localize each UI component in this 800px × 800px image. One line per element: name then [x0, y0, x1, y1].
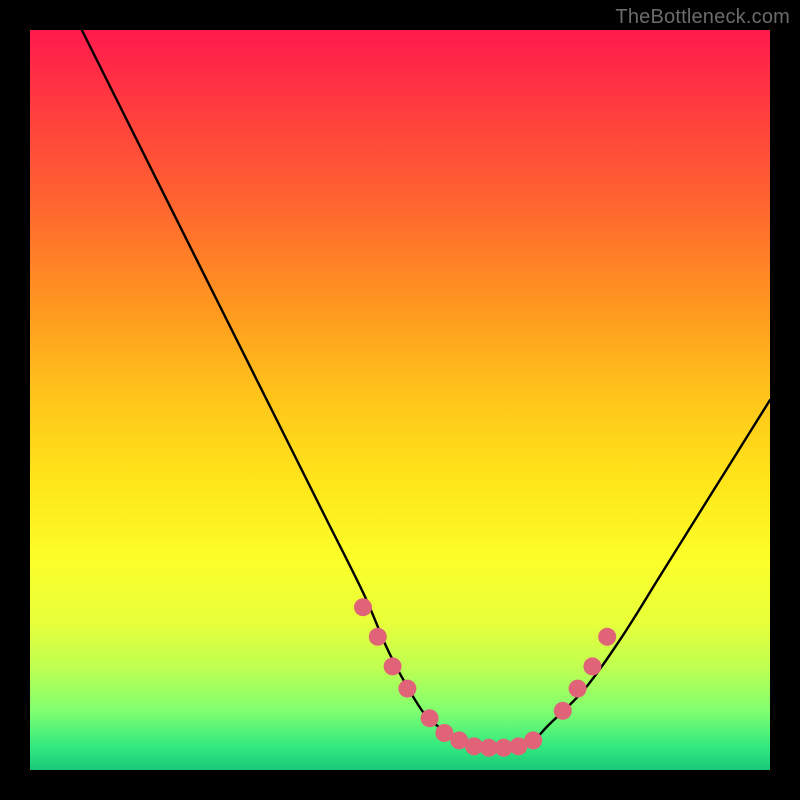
- highlight-point: [421, 709, 439, 727]
- chart-frame: TheBottleneck.com: [0, 0, 800, 800]
- highlight-point: [398, 680, 416, 698]
- highlight-point: [598, 628, 616, 646]
- highlight-point: [384, 657, 402, 675]
- highlight-point: [569, 680, 587, 698]
- highlight-points: [354, 598, 616, 757]
- highlight-point: [524, 731, 542, 749]
- curve-layer: [30, 30, 770, 770]
- plot-area: [30, 30, 770, 770]
- watermark-text: TheBottleneck.com: [615, 6, 790, 29]
- highlight-point: [354, 598, 372, 616]
- highlight-point: [369, 628, 387, 646]
- bottleneck-curve: [82, 30, 770, 748]
- highlight-point: [583, 657, 601, 675]
- highlight-point: [554, 702, 572, 720]
